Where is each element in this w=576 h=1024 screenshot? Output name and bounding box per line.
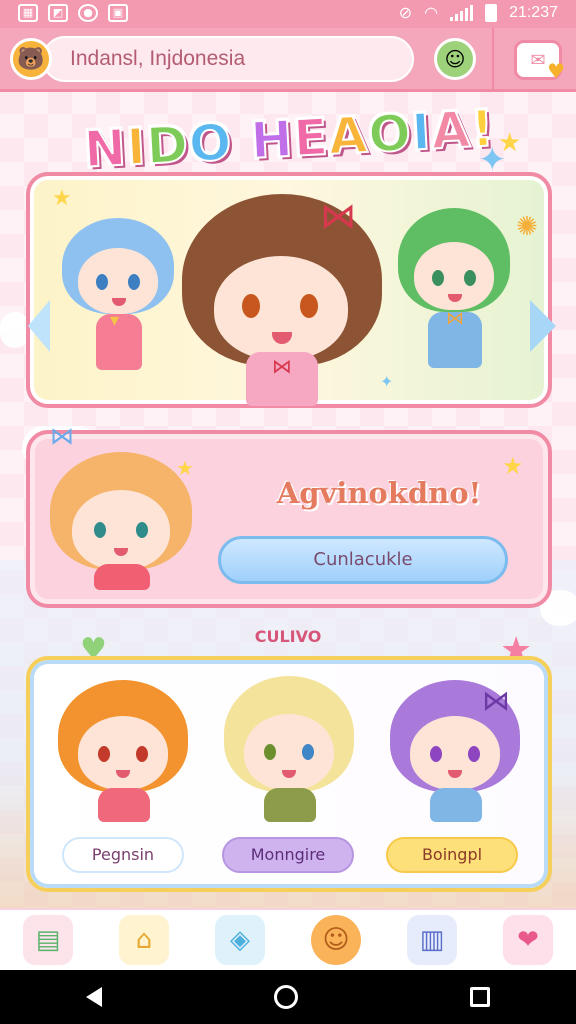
status-bar: ▦ ◩ ● ▣ ⊘ ◠ 21:237 [0, 0, 576, 28]
smile-face-icon[interactable]: ☺ [311, 915, 361, 965]
status-time: 21:237 [509, 4, 558, 21]
chibi-character-2[interactable] [224, 676, 354, 822]
carousel-prev-arrow[interactable] [28, 300, 50, 352]
chibi-character-3[interactable]: ⋈ [390, 680, 520, 822]
greeting-button[interactable]: Cunlacukle [218, 536, 508, 584]
title-letter: A [326, 105, 371, 167]
title-letter: O [186, 112, 234, 174]
greeting-heading: Agvinokdno! [276, 476, 482, 510]
star-sparkle-icon: ★ [502, 452, 524, 480]
bear-avatar-icon[interactable]: 🐻 [10, 38, 52, 80]
chibi-character-1[interactable] [58, 680, 188, 822]
mail-heart-button[interactable]: ✉ ♥ [514, 40, 565, 83]
mail-icon: ✉ [530, 49, 546, 71]
chat-icon: ● [78, 4, 98, 22]
house-icon[interactable]: ⌂ [119, 915, 169, 965]
heart-icon: ♥ [547, 59, 565, 83]
chibi-brown-hair-girl: ⋈ ⋈ [182, 194, 382, 406]
title-letter: D [144, 114, 191, 176]
recent-apps-icon[interactable] [470, 987, 490, 1007]
title-letter: O [366, 103, 414, 165]
header-divider [492, 28, 494, 92]
system-navigation-bar [0, 970, 576, 1024]
title-letter: N [82, 118, 130, 180]
chibi-blue-hair-girl: ▾ [62, 218, 174, 380]
character-name-tag-1[interactable]: Pegnsin [62, 837, 184, 873]
app-bar: Indansl, Injdonesia 🐻 ☺ ✉ ♥ [0, 28, 576, 92]
sun-sparkle-icon: ✺ [516, 212, 538, 242]
signal-icon [450, 5, 474, 21]
character-name-tag-3[interactable]: Boingpl [386, 837, 518, 873]
game-controller-icon[interactable]: ◈ [215, 915, 265, 965]
bow-decoration-icon: ⋈ [50, 422, 74, 450]
title-letter: A [429, 100, 474, 162]
bottom-navigation: ▤ ⌂ ◈ ☺ ▥ ❤ [0, 908, 576, 970]
title-letter: E [291, 107, 331, 169]
section-label: CULIVO [254, 627, 322, 646]
sparkle-icon: ✦ [380, 372, 394, 391]
boy-avatar-icon[interactable]: ☺ [434, 38, 476, 80]
image-icon: ◩ [48, 4, 68, 22]
back-icon[interactable] [86, 987, 102, 1007]
mute-icon: ⊘ [398, 5, 413, 22]
stack-book-icon[interactable]: ▤ [23, 915, 73, 965]
character-name-tag-2[interactable]: Monngire [222, 837, 354, 873]
star-sparkle-icon: ★ [176, 456, 194, 480]
location-search-input[interactable]: Indansl, Injdonesia [42, 36, 414, 82]
chibi-green-hair-girl: ⋈ [398, 208, 510, 380]
gallery-icon: ▦ [18, 4, 38, 22]
star-sparkle-icon: ★ [52, 186, 72, 211]
wifi-icon: ◠ [424, 5, 439, 22]
title-letter: H [248, 109, 296, 171]
battery-icon [485, 4, 498, 22]
star-icon: ★ [498, 128, 522, 158]
carousel-next-arrow[interactable] [530, 300, 556, 352]
document-icon[interactable]: ▥ [407, 915, 457, 965]
chat-bubble-icon[interactable]: ❤ [503, 915, 553, 965]
chibi-orange-hair-girl [50, 452, 192, 590]
sim-icon: ▣ [108, 4, 128, 22]
home-icon[interactable] [274, 985, 298, 1009]
